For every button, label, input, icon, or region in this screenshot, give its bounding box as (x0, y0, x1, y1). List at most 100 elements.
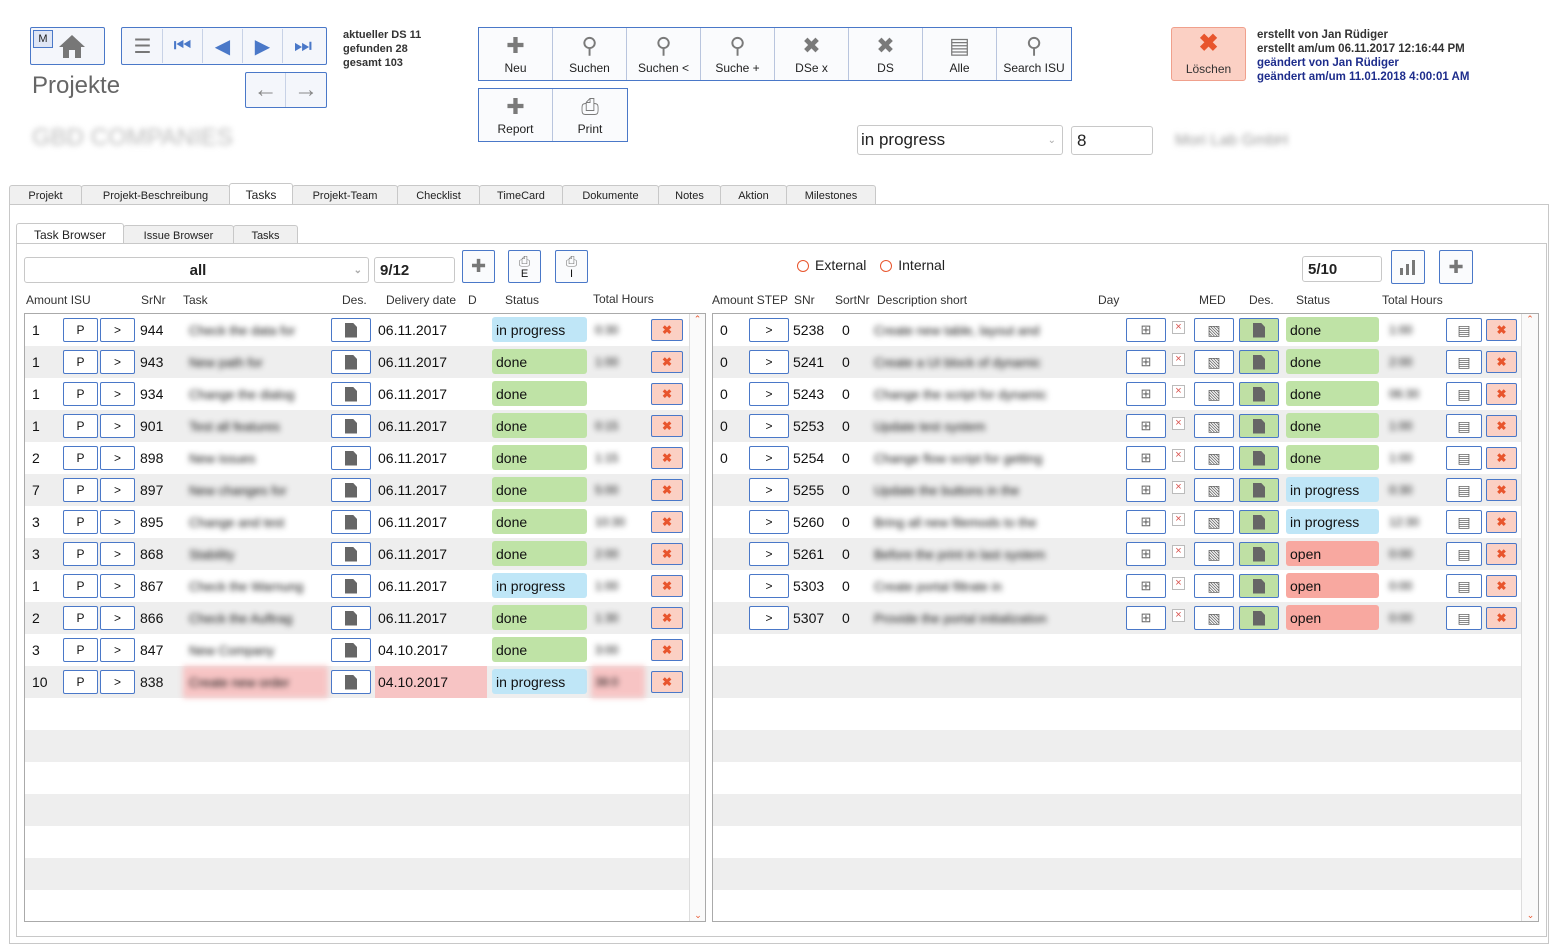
go-button[interactable]: > (100, 542, 135, 566)
task-list-scrollbar[interactable]: ⌃ ⌄ (689, 314, 705, 921)
home-button[interactable]: M (30, 27, 105, 65)
day-button[interactable]: ⊞ (1126, 414, 1166, 438)
close-icon[interactable]: ✖ (651, 479, 683, 501)
media-button[interactable]: ▧ (1194, 510, 1234, 534)
chart-button[interactable] (1391, 250, 1425, 284)
go-button[interactable]: > (100, 318, 135, 342)
p-button[interactable]: P (63, 350, 98, 374)
close-icon[interactable]: ✖ (1486, 351, 1517, 373)
close-icon[interactable]: ✖ (1486, 511, 1517, 533)
description-button[interactable] (1239, 350, 1279, 374)
description-button[interactable] (1239, 574, 1279, 598)
tab-projekt[interactable]: Projekt (9, 185, 82, 205)
description-button[interactable] (331, 606, 371, 630)
description-button[interactable] (331, 670, 371, 694)
print-i-button[interactable]: ⎙ I (555, 250, 588, 283)
number-field[interactable]: 8 (1071, 126, 1153, 155)
go-button[interactable]: > (749, 510, 789, 534)
close-icon[interactable]: ✖ (651, 543, 683, 565)
go-button[interactable]: > (100, 382, 135, 406)
tab-tasks[interactable]: Tasks (229, 183, 293, 205)
checkbox[interactable]: × (1172, 417, 1185, 430)
description-button[interactable] (1239, 318, 1279, 342)
timecard-button[interactable]: ▤ (1446, 350, 1482, 374)
checkbox[interactable]: × (1172, 385, 1185, 398)
tab-milestones[interactable]: Milestones (786, 185, 876, 205)
description-button[interactable] (331, 382, 371, 406)
day-button[interactable]: ⊞ (1126, 382, 1166, 406)
timecard-button[interactable]: ▤ (1446, 542, 1482, 566)
p-button[interactable]: P (63, 574, 98, 598)
description-button[interactable] (331, 542, 371, 566)
media-button[interactable]: ▧ (1194, 318, 1234, 342)
go-button[interactable]: > (100, 670, 135, 694)
delete-record-button[interactable]: ✖ DS (849, 28, 923, 80)
media-button[interactable]: ▧ (1194, 350, 1234, 374)
p-button[interactable]: P (63, 542, 98, 566)
close-icon[interactable]: ✖ (651, 383, 683, 405)
go-button[interactable]: > (749, 414, 789, 438)
description-button[interactable] (1239, 414, 1279, 438)
description-button[interactable] (1239, 510, 1279, 534)
go-button[interactable]: > (749, 318, 789, 342)
go-button[interactable]: > (100, 606, 135, 630)
p-button[interactable]: P (63, 478, 98, 502)
close-icon[interactable]: ✖ (1486, 575, 1517, 597)
media-button[interactable]: ▧ (1194, 542, 1234, 566)
timecard-button[interactable]: ▤ (1446, 382, 1482, 406)
radio-external[interactable]: External (797, 257, 866, 273)
menu-icon[interactable]: ☰ (123, 29, 163, 63)
timecard-button[interactable]: ▤ (1446, 414, 1482, 438)
p-button[interactable]: P (63, 446, 98, 470)
close-icon[interactable]: ✖ (651, 319, 683, 341)
timecard-button[interactable]: ▤ (1446, 318, 1482, 342)
media-button[interactable]: ▧ (1194, 478, 1234, 502)
p-button[interactable]: P (63, 638, 98, 662)
tab-notes[interactable]: Notes (658, 185, 721, 205)
description-button[interactable] (1239, 542, 1279, 566)
close-icon[interactable]: ✖ (1486, 447, 1517, 469)
search-isu-button[interactable]: ⚲ Search ISU (997, 28, 1071, 80)
last-record-icon[interactable]: ⏭ (283, 29, 323, 63)
description-button[interactable] (331, 318, 371, 342)
description-button[interactable] (331, 350, 371, 374)
go-button[interactable]: > (749, 350, 789, 374)
tab-sub-tasks[interactable]: Tasks (233, 225, 298, 245)
media-button[interactable]: ▧ (1194, 446, 1234, 470)
checkbox[interactable]: × (1172, 609, 1185, 622)
close-icon[interactable]: ✖ (1486, 479, 1517, 501)
description-button[interactable] (1239, 382, 1279, 406)
search-button[interactable]: ⚲ Suchen (553, 28, 627, 80)
add-task-button[interactable]: ✚ (462, 250, 495, 283)
tab-aktion[interactable]: Aktion (720, 185, 787, 205)
checkbox[interactable]: × (1172, 545, 1185, 558)
p-button[interactable]: P (63, 318, 98, 342)
media-button[interactable]: ▧ (1194, 606, 1234, 630)
media-button[interactable]: ▧ (1194, 382, 1234, 406)
go-button[interactable]: > (100, 478, 135, 502)
description-button[interactable] (1239, 446, 1279, 470)
add-step-button[interactable]: ✚ (1439, 250, 1473, 284)
next-record-icon[interactable]: ▶ (243, 29, 283, 63)
description-button[interactable] (331, 478, 371, 502)
media-button[interactable]: ▧ (1194, 574, 1234, 598)
search-narrow-button[interactable]: ⚲ Suchen < (627, 28, 701, 80)
close-icon[interactable]: ✖ (1486, 543, 1517, 565)
show-all-button[interactable]: ▤ Alle (923, 28, 997, 80)
search-extend-button[interactable]: ⚲ Suche + (701, 28, 775, 80)
close-icon[interactable]: ✖ (651, 447, 683, 469)
go-button[interactable]: > (749, 606, 789, 630)
day-button[interactable]: ⊞ (1126, 350, 1166, 374)
description-button[interactable] (331, 638, 371, 662)
timecard-button[interactable]: ▤ (1446, 510, 1482, 534)
timecard-button[interactable]: ▤ (1446, 574, 1482, 598)
report-button[interactable]: ✚ Report (479, 89, 553, 141)
step-list-scrollbar[interactable]: ⌃ ⌄ (1521, 314, 1538, 921)
p-button[interactable]: P (63, 382, 98, 406)
back-arrow-icon[interactable]: ← (246, 73, 286, 107)
go-button[interactable]: > (100, 414, 135, 438)
description-button[interactable] (331, 414, 371, 438)
forward-arrow-icon[interactable]: → (286, 73, 326, 107)
go-button[interactable]: > (749, 478, 789, 502)
delete-records-button[interactable]: ✖ DSe x (775, 28, 849, 80)
